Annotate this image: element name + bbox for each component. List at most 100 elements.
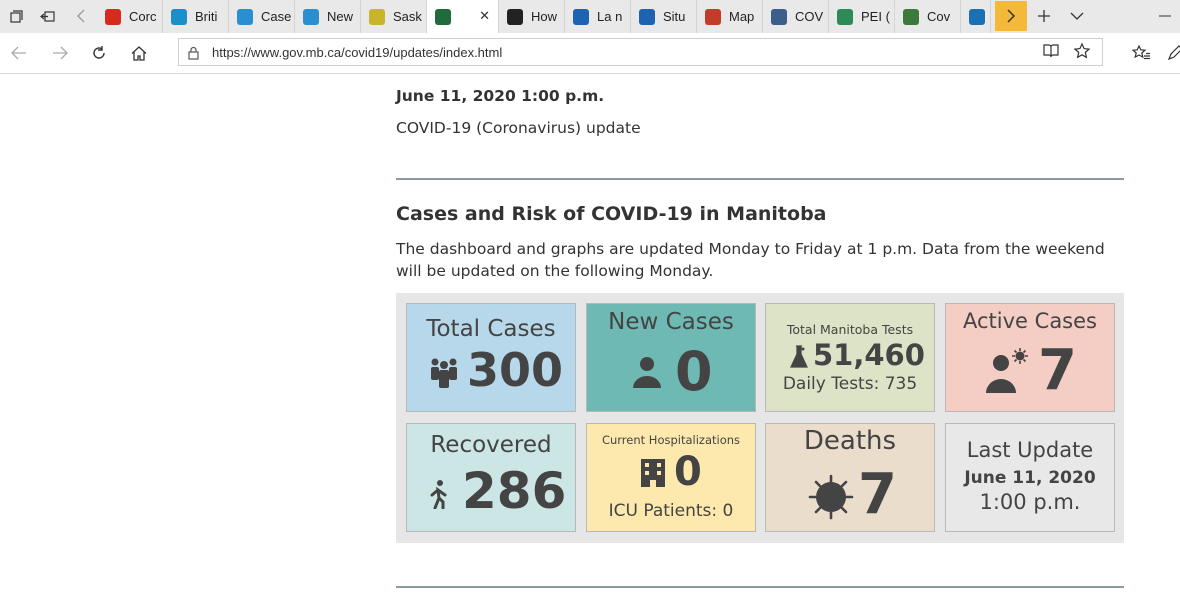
new-cases-value: 0 [675, 340, 713, 403]
reading-view-icon[interactable] [1043, 43, 1059, 62]
ab-favicon-icon [303, 8, 319, 25]
forward-icon[interactable] [49, 42, 71, 64]
tab-7[interactable]: La n [565, 0, 631, 33]
tab-1[interactable]: Briti [163, 0, 229, 33]
tab-title: How [531, 9, 558, 24]
nl-favicon-icon [903, 8, 919, 25]
tabs-scroll-right-icon[interactable] [995, 1, 1027, 31]
update-date: June 11, 2020 1:00 p.m. [396, 87, 605, 105]
tab-title: Situ [663, 9, 686, 24]
hospitalizations-label: Current Hospitalizations [601, 433, 741, 447]
fleur-de-lis-favicon-icon [639, 8, 655, 25]
url-text[interactable]: https://www.gov.mb.ca/covid19/updates/in… [212, 45, 502, 60]
ns-favicon-icon [771, 8, 787, 25]
daily-tests: Daily Tests: 735 [782, 374, 918, 394]
tab-preview-chevron-icon[interactable] [1066, 5, 1088, 27]
hospital-icon [640, 458, 666, 492]
divider [396, 178, 1124, 180]
tab-2[interactable]: Case [229, 0, 295, 33]
tests-label: Total Manitoba Tests [786, 322, 914, 337]
minimize-icon[interactable] [1154, 5, 1176, 27]
tab-title: Briti [195, 9, 218, 24]
flask-icon [790, 345, 808, 373]
walking-icon [426, 479, 450, 513]
favorites-hub-icon[interactable] [1130, 42, 1152, 64]
pei-favicon-icon [837, 8, 853, 25]
tab-actions-icon[interactable] [5, 5, 27, 27]
divider [396, 586, 1124, 588]
deaths-value: 7 [858, 462, 897, 527]
ab-favicon-icon [237, 8, 253, 25]
tab-10[interactable]: COV [763, 0, 829, 33]
recovered-label: Recovered [430, 432, 552, 458]
tab-title: Cov [927, 9, 951, 24]
last-update-date: June 11, 2020 [964, 468, 1096, 488]
active-cases-value: 7 [1038, 338, 1077, 403]
card-new-cases[interactable]: New Cases 0 [586, 303, 756, 412]
shield-favicon-icon [507, 8, 523, 25]
card-active-cases[interactable]: Active Cases 7 [945, 303, 1115, 412]
nb-favicon-icon [705, 8, 721, 25]
tabs-scroll-left-icon[interactable] [70, 5, 92, 27]
tab-8[interactable]: Situ [631, 0, 697, 33]
people-icon [427, 356, 461, 394]
tab-title: Map [729, 9, 755, 24]
card-last-update[interactable]: Last Update June 11, 2020 1:00 p.m. [945, 423, 1115, 532]
section-title: Cases and Risk of COVID-19 in Manitoba [396, 203, 827, 225]
favorite-star-icon[interactable] [1073, 42, 1091, 63]
tab-6[interactable]: How [499, 0, 565, 33]
tab-title: PEI ( [861, 9, 890, 24]
close-tab-icon[interactable]: ✕ [479, 9, 490, 24]
pen-icon[interactable] [1164, 42, 1180, 64]
card-deaths[interactable]: Deaths 7 [765, 423, 935, 532]
person-icon [632, 356, 662, 392]
tab-title: Sask [393, 9, 422, 24]
last-update-label: Last Update [966, 438, 1094, 462]
new-tab-icon[interactable] [1033, 5, 1055, 27]
home-icon[interactable] [128, 42, 150, 64]
card-hospitalizations[interactable]: Current Hospitalizations 0 ICU Patients:… [586, 423, 756, 532]
total-cases-value: 300 [467, 343, 564, 397]
tests-value: 51,460 [813, 338, 925, 372]
tab-title: Corc [129, 9, 157, 24]
section-description: The dashboard and graphs are updated Mon… [396, 240, 1105, 280]
url-field[interactable]: https://www.gov.mb.ca/covid19/updates/in… [178, 38, 1103, 66]
deaths-label: Deaths [803, 426, 897, 456]
last-update-time: 1:00 p.m. [979, 490, 1081, 514]
tab-title: COV [795, 9, 824, 24]
card-tests[interactable]: Total Manitoba Tests 51,460 Daily Tests:… [765, 303, 935, 412]
tab-title: New [327, 9, 354, 24]
bc-favicon-icon [171, 8, 187, 25]
recovered-value: 286 [462, 462, 567, 520]
lock-icon[interactable] [188, 45, 199, 64]
total-cases-label: Total Cases [426, 316, 556, 342]
sk-favicon-icon [369, 8, 385, 25]
tab-12[interactable]: Cov [895, 0, 961, 33]
yk-favicon-icon [969, 8, 985, 25]
address-bar: https://www.gov.mb.ca/covid19/updates/in… [0, 33, 1180, 74]
set-aside-tabs-icon[interactable] [36, 5, 58, 27]
mb-favicon-icon [435, 8, 451, 25]
tab-11[interactable]: PEI ( [829, 0, 895, 33]
card-recovered[interactable]: Recovered 286 [406, 423, 576, 532]
person-virus-icon [984, 347, 1030, 397]
tab-4[interactable]: Sask [361, 0, 427, 33]
card-total-cases[interactable]: Total Cases 300 [406, 303, 576, 412]
tab-9[interactable]: Map [697, 0, 763, 33]
active-cases-label: Active Cases [963, 309, 1097, 333]
hospitalizations-value: 0 [674, 449, 702, 495]
back-icon[interactable] [8, 42, 30, 64]
icu-patients: ICU Patients: 0 [608, 501, 734, 521]
tab-bar: Corc Briti Case New Sask ✕ How La n Situ Map COV PE… [0, 0, 1180, 34]
update-title: COVID-19 (Coronavirus) update [396, 119, 641, 137]
fleur-de-lis-favicon-icon [573, 8, 589, 25]
refresh-icon[interactable] [88, 42, 110, 64]
tab-title: Case [261, 9, 292, 24]
tab-3[interactable]: New [295, 0, 361, 33]
tab-5[interactable]: ✕ [427, 0, 499, 33]
dashboard: Total Cases 300 New Cases 0 Total Manito… [396, 293, 1124, 543]
tab-0[interactable]: Corc [97, 0, 163, 33]
virus-icon [808, 474, 854, 524]
tab-13[interactable]: C [961, 0, 991, 33]
tab-title: La n [597, 9, 623, 24]
